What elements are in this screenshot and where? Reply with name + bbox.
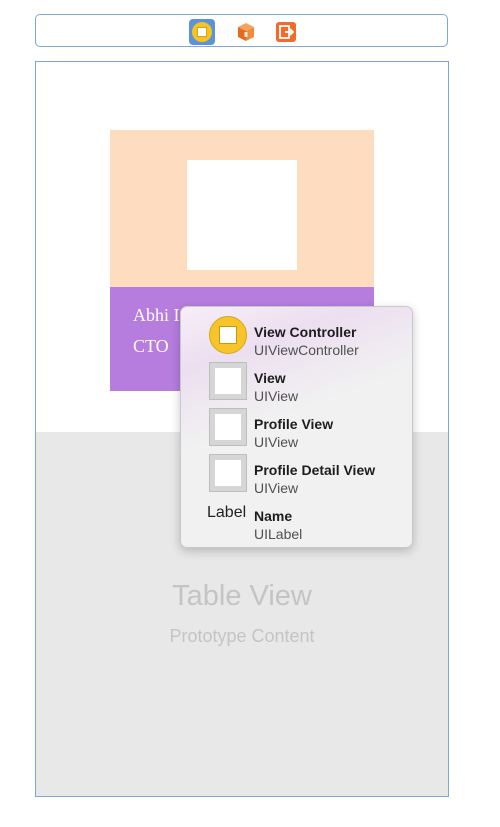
exit-icon[interactable]	[274, 20, 298, 44]
popup-item-title: Name	[254, 508, 293, 524]
popup-item-subtitle: UILabel	[254, 526, 303, 542]
popup-item-title: View	[254, 370, 286, 386]
view-icon-inner	[215, 414, 241, 440]
popup-item-subtitle: UIView	[254, 388, 299, 404]
view-controller-icon[interactable]	[189, 19, 215, 45]
object-hierarchy-popup: View Controller UIViewController View UI…	[180, 306, 413, 548]
scene-dock	[35, 14, 448, 47]
role-label[interactable]: CTO	[133, 336, 169, 357]
view-icon-inner	[215, 368, 241, 394]
popup-item-title: View Controller	[254, 324, 357, 340]
popup-item-profile-view[interactable]: Profile View UIView	[181, 406, 414, 452]
popup-item-view-controller[interactable]: View Controller UIViewController	[181, 314, 414, 360]
popup-item-subtitle: UIView	[254, 434, 299, 450]
view-controller-icon	[209, 316, 247, 354]
view-controller-icon-square	[197, 27, 207, 37]
label-icon: Label	[207, 504, 247, 521]
popup-item-profile-detail-view[interactable]: Profile Detail View UIView	[181, 452, 414, 498]
popup-item-subtitle: UIView	[254, 480, 299, 496]
table-view-title: Table View	[172, 580, 312, 612]
profile-view[interactable]	[110, 130, 374, 288]
first-responder-cube-icon[interactable]	[234, 20, 258, 44]
view-icon	[209, 454, 247, 492]
table-view-subtitle: Prototype Content	[169, 626, 315, 646]
view-icon-inner	[215, 460, 241, 486]
view-icon	[209, 362, 247, 400]
view-icon	[209, 408, 247, 446]
view-controller-icon-square	[219, 326, 237, 344]
popup-item-title: Profile Detail View	[254, 462, 376, 478]
popup-item-name-label[interactable]: Label Name UILabel	[181, 498, 414, 544]
profile-image-view[interactable]	[187, 160, 297, 270]
popup-item-title: Profile View	[254, 416, 334, 432]
name-label[interactable]: Abhi I	[133, 305, 180, 326]
popup-item-subtitle: UIViewController	[254, 342, 359, 358]
popup-item-view[interactable]: View UIView	[181, 360, 414, 406]
